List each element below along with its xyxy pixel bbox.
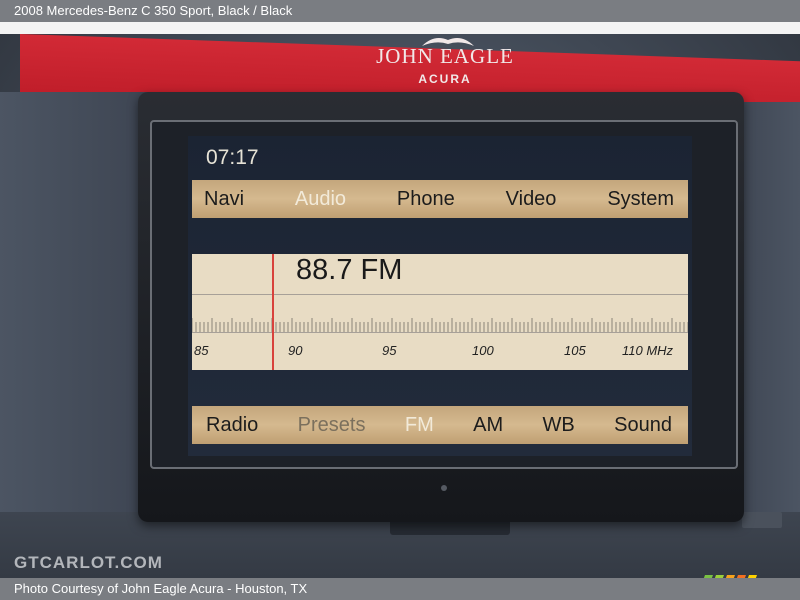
submenu-item-radio[interactable]: Radio: [206, 414, 258, 437]
credit-text: Photo Courtesy of John Eagle Acura - Hou…: [14, 581, 308, 596]
submenu-item-fm[interactable]: FM: [405, 414, 434, 437]
scale-label: 95: [382, 343, 397, 358]
clock: 07:17: [206, 146, 259, 169]
menu-item-video[interactable]: Video: [506, 188, 557, 211]
caption-text: 2008 Mercedes-Benz C 350 Sport, Black / …: [14, 3, 293, 18]
submenu-item-sound[interactable]: Sound: [614, 414, 672, 437]
frequency-readout: 88.7 FM: [296, 254, 403, 286]
scale-label: 100: [472, 343, 494, 358]
radio-tuner: 88.7 FM 85 90 95 100 105 110 MHz: [192, 254, 688, 370]
menu-item-audio[interactable]: Audio: [295, 188, 346, 211]
tuning-needle[interactable]: [272, 254, 274, 370]
tuner-rule-line: [192, 332, 688, 333]
menu-item-navi[interactable]: Navi: [204, 188, 244, 211]
site-watermark: GTCARLOT.COM: [14, 553, 163, 572]
credit-bar: Photo Courtesy of John Eagle Acura - Hou…: [0, 578, 800, 600]
scale-label: 105: [564, 343, 586, 358]
submenu-item-wb[interactable]: WB: [543, 414, 575, 437]
car-photo: JOHN EAGLE ACURA 07:17 Navi Audio Phone …: [0, 22, 800, 578]
scale-label: 110 MHz: [622, 343, 674, 358]
comand-screen: 07:17 Navi Audio Phone Video System 88.7…: [188, 136, 692, 456]
caption-bar: 2008 Mercedes-Benz C 350 Sport, Black / …: [0, 0, 800, 22]
submenu-item-am[interactable]: AM: [473, 414, 503, 437]
scale-label: 85: [194, 343, 209, 358]
main-menu-bar: Navi Audio Phone Video System: [192, 180, 688, 218]
menu-item-system[interactable]: System: [607, 188, 674, 211]
dash-button: [742, 512, 782, 528]
scale-label: 90: [288, 343, 303, 358]
audio-submenu-bar: Radio Presets FM AM WB Sound: [192, 406, 688, 444]
menu-item-phone[interactable]: Phone: [397, 188, 455, 211]
background-strip: [0, 22, 800, 34]
submenu-item-presets[interactable]: Presets: [298, 414, 366, 437]
ambient-sensor: [441, 485, 447, 491]
dealer-subtitle: ACURA: [418, 72, 472, 86]
dealer-name: JOHN EAGLE: [376, 44, 514, 68]
frequency-ruler: [192, 318, 688, 332]
tuner-rule-line: [192, 294, 688, 295]
